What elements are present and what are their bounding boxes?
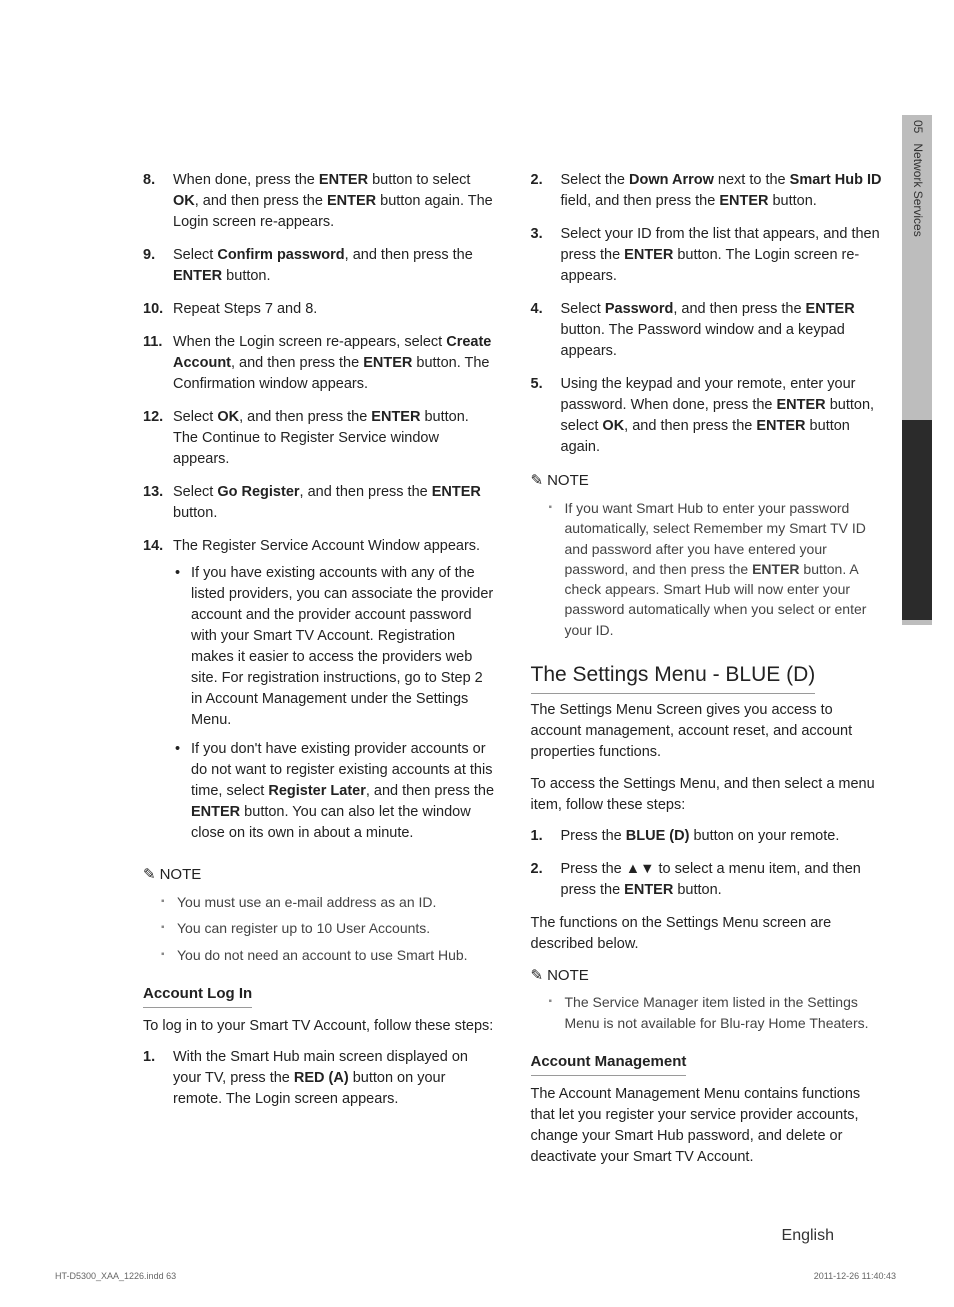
note-icon: ✎: [143, 864, 156, 886]
step-text: Press the BLUE (D) button on your remote…: [561, 826, 884, 847]
step-text: With the Smart Hub main screen displayed…: [173, 1047, 496, 1110]
note-icon: ✎: [531, 965, 544, 987]
step-item: 1.Press the BLUE (D) button on your remo…: [531, 826, 884, 847]
settings-step-list: 1.Press the BLUE (D) button on your remo…: [531, 826, 884, 901]
step-item: 10.Repeat Steps 7 and 8.: [143, 299, 496, 320]
step-text: Repeat Steps 7 and 8.: [173, 299, 496, 320]
step-text: The Register Service Account Window appe…: [173, 536, 496, 852]
step-number: 1.: [143, 1047, 173, 1110]
note-item: You can register up to 10 User Accounts.: [161, 918, 496, 938]
note-heading: ✎ NOTE: [143, 864, 496, 886]
step-number: 11.: [143, 332, 173, 395]
step-number: 13.: [143, 482, 173, 524]
bullet-item: If you have existing accounts with any o…: [173, 563, 496, 731]
step-number: 8.: [143, 170, 173, 233]
chapter-number: 05: [911, 120, 925, 133]
step-text: When the Login screen re-appears, select…: [173, 332, 496, 395]
step-text: Select Go Register, and then press the E…: [173, 482, 496, 524]
side-tab-label: 05 Network Services: [909, 120, 926, 237]
step-item: 3.Select your ID from the list that appe…: [531, 224, 884, 287]
step-item: 5.Using the keypad and your remote, ente…: [531, 374, 884, 458]
step-text: Select Password, and then press the ENTE…: [561, 299, 884, 362]
side-tab-black: [902, 420, 932, 620]
language-label: English: [782, 1224, 834, 1247]
note-item: The Service Manager item listed in the S…: [549, 992, 884, 1033]
account-login-intro: To log in to your Smart TV Account, foll…: [143, 1016, 496, 1037]
step-item: 12.Select OK, and then press the ENTER b…: [143, 407, 496, 470]
step-item: 14.The Register Service Account Window a…: [143, 536, 496, 852]
step-number: 1.: [531, 826, 561, 847]
step-number: 14.: [143, 536, 173, 852]
note-heading: ✎ NOTE: [531, 470, 884, 492]
step-number: 12.: [143, 407, 173, 470]
chapter-title: Network Services: [911, 143, 925, 236]
step-number: 3.: [531, 224, 561, 287]
step-text: Using the keypad and your remote, enter …: [561, 374, 884, 458]
page: 05 Network Services 8.When done, press t…: [55, 20, 900, 1290]
settings-para-2: To access the Settings Menu, and then se…: [531, 774, 884, 816]
step-item: 2.Select the Down Arrow next to the Smar…: [531, 170, 884, 212]
left-column: 8.When done, press the ENTER button to s…: [143, 170, 496, 1178]
step-text: Press the ▲▼ to select a menu item, and …: [561, 859, 884, 901]
step-item: 1.With the Smart Hub main screen display…: [143, 1047, 496, 1110]
note-item: You do not need an account to use Smart …: [161, 945, 496, 965]
note-label: NOTE: [547, 470, 589, 492]
note-item: You must use an e-mail address as an ID.: [161, 892, 496, 912]
step-text: Select the Down Arrow next to the Smart …: [561, 170, 884, 212]
note-label: NOTE: [160, 864, 202, 886]
note-icon: ✎: [531, 470, 544, 492]
step-number: 9.: [143, 245, 173, 287]
note-item: If you want Smart Hub to enter your pass…: [549, 498, 884, 640]
step-item: 13.Select Go Register, and then press th…: [143, 482, 496, 524]
content-columns: 8.When done, press the ENTER button to s…: [143, 170, 883, 1178]
note-label: NOTE: [547, 965, 589, 987]
step-item: 11.When the Login screen re-appears, sel…: [143, 332, 496, 395]
sub-bullet-list: If you have existing accounts with any o…: [173, 563, 496, 844]
login-step-list: 1.With the Smart Hub main screen display…: [143, 1047, 496, 1110]
account-management-heading: Account Management: [531, 1051, 884, 1076]
step-number: 10.: [143, 299, 173, 320]
step-number: 2.: [531, 859, 561, 901]
footer-timestamp: 2011-12-26 11:40:43: [814, 1270, 896, 1283]
note-list-left: You must use an e-mail address as an ID.…: [143, 892, 496, 965]
settings-para-1: The Settings Menu Screen gives you acces…: [531, 700, 884, 763]
account-management-para: The Account Management Menu contains fun…: [531, 1084, 884, 1168]
settings-para-3: The functions on the Settings Menu scree…: [531, 913, 884, 955]
step-item: 8.When done, press the ENTER button to s…: [143, 170, 496, 233]
step-text: Select OK, and then press the ENTER butt…: [173, 407, 496, 470]
note-list-right-1: If you want Smart Hub to enter your pass…: [531, 498, 884, 640]
step-number: 2.: [531, 170, 561, 212]
bullet-item: If you don't have existing provider acco…: [173, 739, 496, 844]
step-item: 4.Select Password, and then press the EN…: [531, 299, 884, 362]
step-item: 9.Select Confirm password, and then pres…: [143, 245, 496, 287]
step-text: Select Confirm password, and then press …: [173, 245, 496, 287]
note-list-right-2: The Service Manager item listed in the S…: [531, 992, 884, 1033]
step-number: 5.: [531, 374, 561, 458]
step-text: Select your ID from the list that appear…: [561, 224, 884, 287]
settings-menu-heading: The Settings Menu - BLUE (D): [531, 660, 884, 694]
step-text: When done, press the ENTER button to sel…: [173, 170, 496, 233]
step-list-right: 2.Select the Down Arrow next to the Smar…: [531, 170, 884, 458]
step-number: 4.: [531, 299, 561, 362]
account-login-heading: Account Log In: [143, 983, 496, 1008]
note-heading: ✎ NOTE: [531, 965, 884, 987]
step-list-left: 8.When done, press the ENTER button to s…: [143, 170, 496, 852]
step-item: 2.Press the ▲▼ to select a menu item, an…: [531, 859, 884, 901]
right-column: 2.Select the Down Arrow next to the Smar…: [531, 170, 884, 1178]
footer-filename: HT-D5300_XAA_1226.indd 63: [55, 1270, 176, 1283]
